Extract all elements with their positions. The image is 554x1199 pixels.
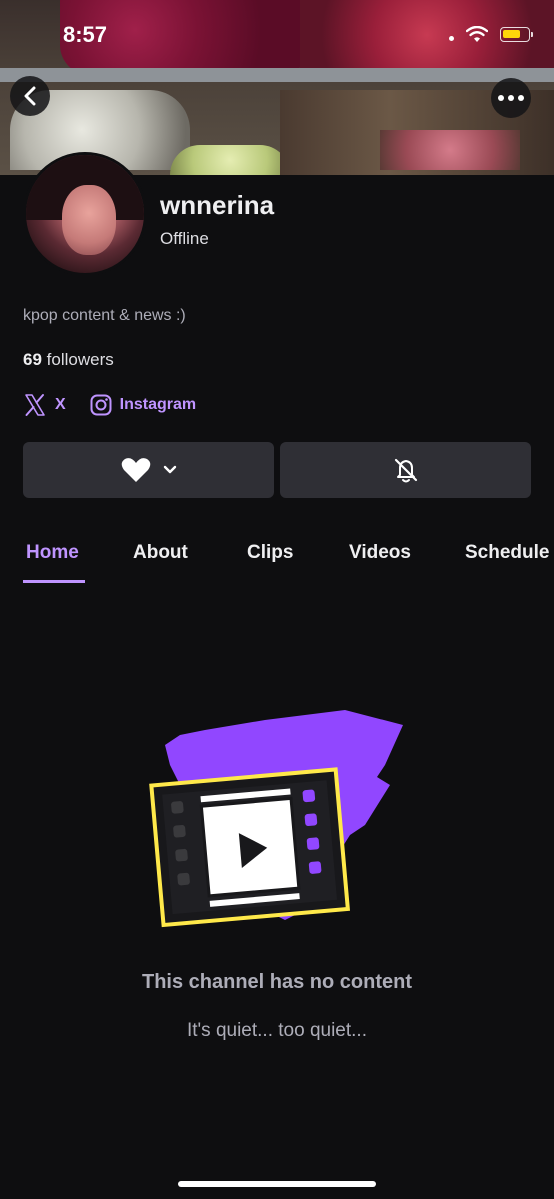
cellular-signal-icon [449,36,454,41]
back-button[interactable] [10,76,50,116]
channel-username: wnnerina [160,190,275,220]
social-label-instagram: Instagram [119,396,197,413]
status-time: 8:57 [63,22,108,47]
x-logo-icon [25,394,45,416]
empty-video-illustration [149,710,403,928]
status-bar: 8:57 [0,0,554,72]
more-dots-icon [498,95,524,101]
active-tab-indicator [23,580,85,583]
battery-icon [500,27,533,42]
chevron-left-icon [24,86,36,106]
empty-state-title: This channel has no content [141,971,413,993]
follow-button[interactable] [23,442,274,498]
empty-state-subtitle: It's quiet... too quiet... [186,1020,367,1041]
more-options-button[interactable] [491,78,531,118]
tab-videos[interactable]: Videos [349,542,411,564]
tab-about[interactable]: About [133,542,188,564]
wifi-icon [466,26,488,42]
followers-label: followers [46,350,114,369]
social-link-x[interactable]: X [23,393,66,417]
instagram-icon [90,394,112,416]
chevron-down-icon [163,465,176,474]
channel-bio: kpop content & news :) [23,307,186,324]
social-links: X Instagram [23,393,220,417]
tab-home[interactable]: Home [26,542,79,564]
tab-schedule[interactable]: Schedule [465,542,549,564]
channel-tabs: Home About Clips Videos Schedule [0,536,554,586]
heart-icon [121,458,150,482]
tab-clips[interactable]: Clips [247,542,293,564]
followers-number: 69 [23,350,42,369]
follower-count: 69 followers [23,350,114,370]
channel-status: Offline [160,229,209,248]
notifications-button[interactable] [280,442,531,498]
avatar[interactable] [23,152,147,276]
home-indicator[interactable] [178,1181,376,1187]
social-link-instagram[interactable]: Instagram [90,394,196,416]
bell-off-icon [394,458,417,483]
social-label-x: X [55,396,66,413]
